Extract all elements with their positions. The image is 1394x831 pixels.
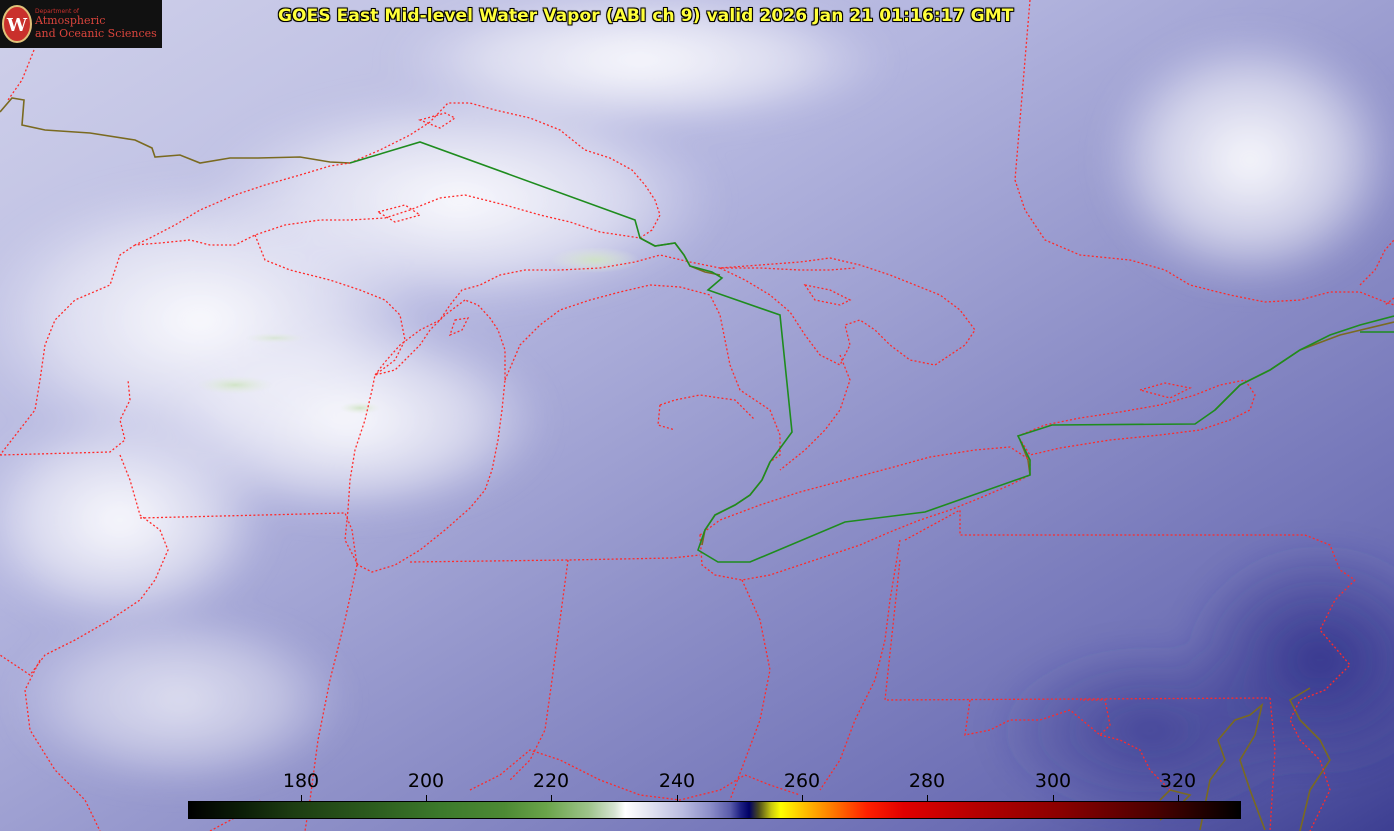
colorbar-label: 200	[407, 770, 445, 792]
colorbar-label: 180	[282, 770, 320, 792]
colorbar-label: 220	[532, 770, 570, 792]
colorbar-label: 300	[1034, 770, 1072, 792]
brightness-temperature-colorbar	[188, 801, 1241, 819]
colorbar-label: 260	[783, 770, 821, 792]
colorbar-label: 280	[908, 770, 946, 792]
aos-logo: W Department of Atmospheric and Oceanic …	[0, 0, 162, 48]
logo-name-line1: Atmospheric	[35, 14, 106, 27]
seal-letter: W	[6, 15, 28, 36]
logo-name-line2: and Oceanic Sciences	[35, 27, 157, 40]
water-vapor-map	[0, 0, 1394, 831]
colorbar-label: 320	[1159, 770, 1197, 792]
image-title: GOES East Mid-level Water Vapor (ABI ch …	[278, 6, 1014, 26]
uw-seal-icon: W	[2, 5, 32, 43]
colorbar-label: 240	[658, 770, 696, 792]
